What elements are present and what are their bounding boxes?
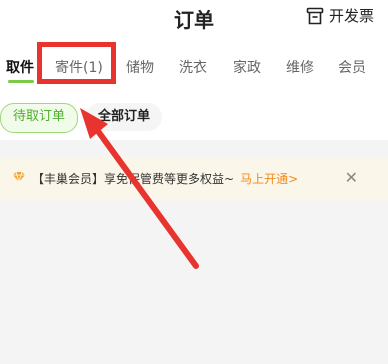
annotation-arrow — [80, 108, 199, 269]
